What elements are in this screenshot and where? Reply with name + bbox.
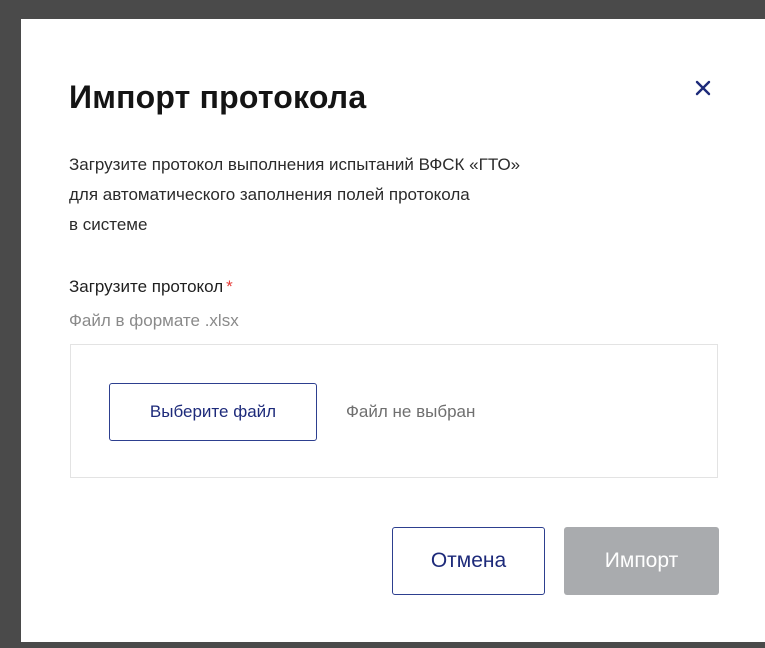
close-button[interactable] xyxy=(688,73,718,103)
import-button[interactable]: Импорт xyxy=(564,527,719,595)
upload-format-hint: Файл в формате .xlsx xyxy=(69,311,239,330)
dialog-title: Импорт протокола xyxy=(69,79,367,115)
dialog-description: Загрузите протокол выполнения испытаний … xyxy=(69,150,709,240)
description-line: для автоматического заполнения полей про… xyxy=(69,185,470,204)
import-protocol-dialog: Импорт протокола Загрузите протокол выпо… xyxy=(21,19,765,642)
upload-label-text: Загрузите протокол xyxy=(69,277,224,296)
description-line: в системе xyxy=(69,215,148,234)
required-asterisk: * xyxy=(226,277,233,296)
upload-field-label: Загрузите протокол * xyxy=(69,275,233,299)
close-icon xyxy=(695,80,711,96)
file-upload-area[interactable]: Выберите файл Файл не выбран xyxy=(70,344,718,478)
modal-backdrop: Импорт протокола Загрузите протокол выпо… xyxy=(0,0,765,648)
description-line: Загрузите протокол выполнения испытаний … xyxy=(69,155,521,174)
file-status-text: Файл не выбран xyxy=(346,402,476,421)
choose-file-button[interactable]: Выберите файл xyxy=(109,383,317,441)
cancel-button[interactable]: Отмена xyxy=(392,527,545,595)
